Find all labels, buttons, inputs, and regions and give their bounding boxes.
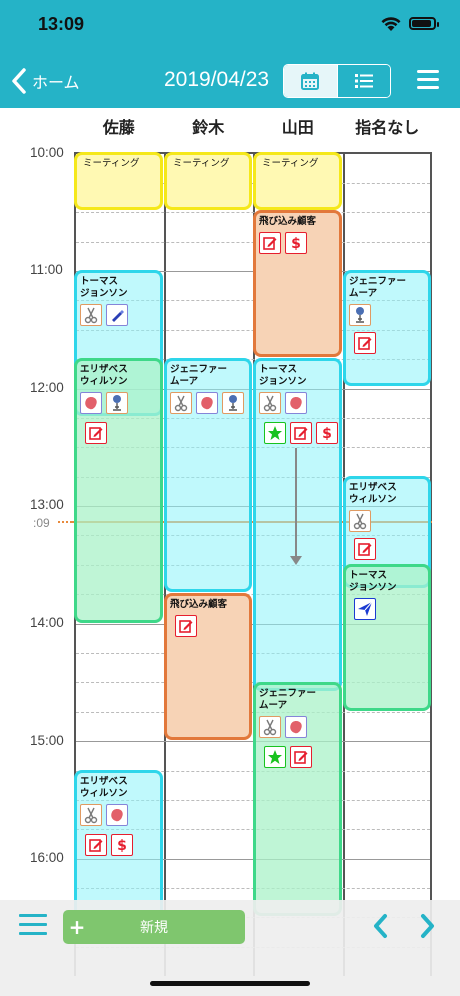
treatment-icon xyxy=(80,392,102,414)
send-icon xyxy=(354,598,376,620)
menu-icon-bar xyxy=(417,86,439,89)
new-button-label: 新規 xyxy=(140,920,168,936)
staff-column-suzuki[interactable]: 鈴木 xyxy=(164,114,254,140)
event-jennifer-unassigned[interactable]: ジェニファー ムーア xyxy=(343,270,431,386)
event-elizabeth-sato-2[interactable]: エリザベス ウィルソン $ xyxy=(74,770,163,920)
event-jennifer-suzuki[interactable]: ジェニファー ムーア xyxy=(164,358,252,592)
staff-column-yamada[interactable]: 山田 xyxy=(253,114,343,140)
svg-text:$: $ xyxy=(322,426,332,441)
payment-icon: $ xyxy=(316,422,338,444)
home-indicator xyxy=(150,981,310,986)
svg-text:$: $ xyxy=(117,838,127,853)
hair-dryer-icon xyxy=(106,392,128,414)
event-thomas-yamada[interactable]: トーマス ジョンソン $ xyxy=(253,358,342,691)
list-icon xyxy=(354,74,373,88)
treatment-icon xyxy=(196,392,218,414)
svg-text:$: $ xyxy=(291,236,301,251)
star-icon xyxy=(264,422,286,444)
scissors-icon xyxy=(170,392,192,414)
date-title[interactable]: 2019/04/23 xyxy=(164,68,269,92)
scissors-icon xyxy=(80,304,102,326)
view-toggle xyxy=(283,64,391,98)
treatment-icon xyxy=(285,716,307,738)
time-label: 15:00 xyxy=(30,733,64,748)
move-arrow-head xyxy=(290,556,302,565)
edit-icon xyxy=(354,538,376,560)
hair-dryer-icon xyxy=(349,304,371,326)
payment-icon: $ xyxy=(285,232,307,254)
treatment-icon xyxy=(285,392,307,414)
edit-icon xyxy=(290,422,312,444)
time-label: 12:00 xyxy=(30,380,64,395)
current-time-label: :09 xyxy=(33,516,50,530)
previous-day-button[interactable] xyxy=(372,912,390,940)
battery-icon xyxy=(409,17,439,30)
star-icon xyxy=(264,746,286,768)
edit-icon xyxy=(354,332,376,354)
new-reservation-button[interactable]: + 新規 xyxy=(63,910,245,944)
event-elizabeth-sato[interactable]: エリザベス ウィルソン xyxy=(74,358,163,623)
edit-icon xyxy=(85,422,107,444)
edit-icon xyxy=(85,834,107,856)
event-meeting-sato[interactable]: ミーティング xyxy=(74,152,163,210)
menu-button[interactable] xyxy=(417,70,439,90)
event-meeting-suzuki[interactable]: ミーティング xyxy=(164,152,252,210)
wifi-icon xyxy=(381,17,401,31)
time-label: 10:00 xyxy=(30,145,64,160)
current-time-indicator xyxy=(58,521,72,523)
time-label: 16:00 xyxy=(30,850,64,865)
staff-column-unassigned[interactable]: 指名なし xyxy=(343,114,433,140)
plus-icon: + xyxy=(68,915,86,939)
event-walkin-yamada[interactable]: 飛び込み顧客 $ xyxy=(253,210,342,357)
time-label: 14:00 xyxy=(30,615,64,630)
scissors-icon xyxy=(80,804,102,826)
event-walkin-suzuki[interactable]: 飛び込み顧客 xyxy=(164,593,252,740)
move-arrow xyxy=(295,448,297,558)
menu-icon-bar xyxy=(417,70,439,73)
calendar-icon xyxy=(301,72,320,90)
payment-icon: $ xyxy=(111,834,133,856)
scissors-icon xyxy=(259,716,281,738)
treatment-icon xyxy=(106,804,128,826)
edit-icon xyxy=(290,746,312,768)
menu-icon-bar xyxy=(417,78,439,81)
scissors-icon xyxy=(349,510,371,532)
menu-icon-bar xyxy=(19,923,47,926)
staff-column-sato[interactable]: 佐藤 xyxy=(74,114,164,140)
list-view-button[interactable] xyxy=(336,65,390,97)
edit-icon xyxy=(175,615,197,637)
hair-product-icon xyxy=(106,304,128,326)
scissors-icon xyxy=(259,392,281,414)
staff-header: 佐藤 鈴木 山田 指名なし xyxy=(74,114,432,140)
next-day-button[interactable] xyxy=(418,912,436,940)
status-time: 13:09 xyxy=(38,14,85,34)
back-label: ホーム xyxy=(32,73,80,92)
time-label: 13:00 xyxy=(30,497,64,512)
menu-icon-bar xyxy=(19,932,47,935)
menu-icon-bar xyxy=(19,914,47,917)
event-thomas-unassigned[interactable]: トーマス ジョンソン xyxy=(343,564,431,711)
edit-icon xyxy=(259,232,281,254)
sidebar-menu-button[interactable] xyxy=(19,914,47,938)
hair-dryer-icon xyxy=(222,392,244,414)
event-jennifer-yamada[interactable]: ジェニファー ムーア xyxy=(253,682,342,916)
time-label: 11:00 xyxy=(30,262,63,277)
back-button[interactable]: ホーム xyxy=(10,66,80,96)
chevron-left-icon xyxy=(12,68,26,94)
calendar-view-button[interactable] xyxy=(284,65,337,97)
event-meeting-yamada[interactable]: ミーティング xyxy=(253,152,342,210)
